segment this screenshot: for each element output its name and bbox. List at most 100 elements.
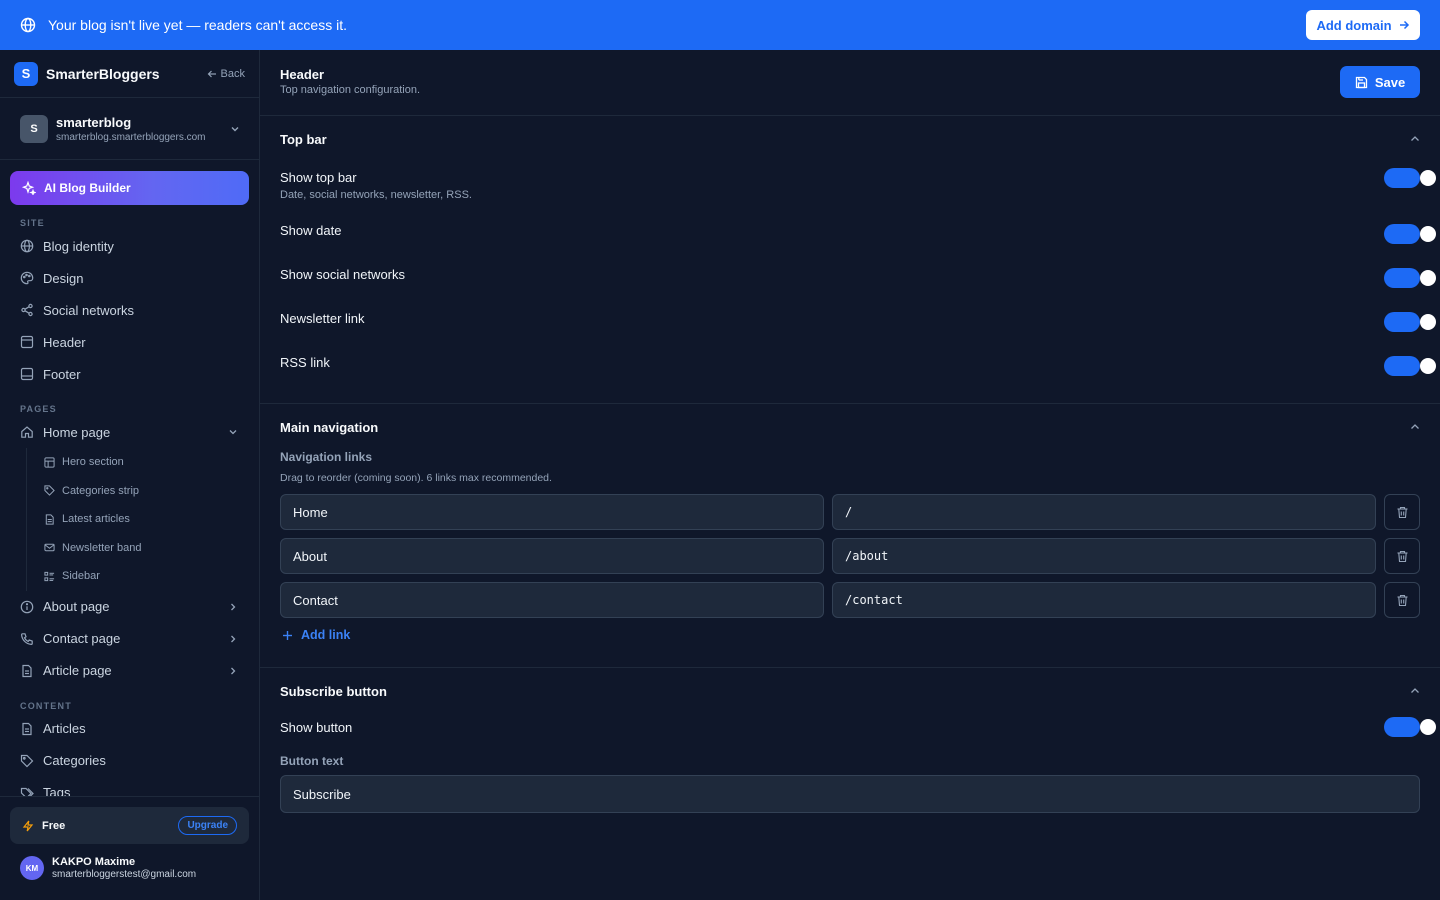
add-link-button[interactable]: Add link: [260, 626, 1440, 644]
save-icon: [1355, 76, 1367, 88]
sidebar-subitem-label: Latest articles: [62, 513, 130, 526]
home-page-subsections: Hero section Categories strip Latest art…: [26, 448, 259, 591]
sidebar-subitem-label: Categories strip: [62, 484, 140, 497]
sidebar-subitem-label: Sidebar: [62, 570, 100, 583]
page-title: Header: [280, 67, 325, 82]
tags-icon: [20, 787, 34, 796]
sidebar-item-header[interactable]: Header: [0, 326, 259, 358]
show-button-toggle[interactable]: [1384, 717, 1436, 737]
toggle-label: Newsletter link: [280, 310, 365, 326]
sidebar-subitem-latest-articles[interactable]: Latest articles: [27, 505, 259, 534]
sidebar-subitem-sidebar[interactable]: Sidebar: [27, 562, 259, 591]
delete-link-button[interactable]: [1384, 538, 1420, 574]
sidebar-item-about-page[interactable]: About page: [0, 591, 259, 623]
sidebar-item-home-page[interactable]: Home page: [0, 416, 259, 448]
blog-switcher[interactable]: S smarterblog smarterblog.smarterblogger…: [0, 98, 259, 160]
sidebar-item-label: Footer: [43, 366, 81, 382]
sidebar-item-label: Tags: [43, 785, 71, 796]
nav-link-url-input[interactable]: /about: [832, 538, 1376, 574]
upgrade-button[interactable]: Upgrade: [178, 816, 237, 835]
toggle-row-rss-link: RSS link: [260, 340, 1440, 384]
list-icon: [44, 571, 55, 581]
navigation-links-hint: Drag to reorder (coming soon). 6 links m…: [280, 472, 552, 484]
show-date-toggle[interactable]: [1384, 224, 1436, 244]
newsletter-link-toggle[interactable]: [1384, 312, 1436, 332]
toggle-label: Show button: [280, 719, 353, 735]
sidebar-item-article-page[interactable]: Article page: [0, 655, 259, 687]
chevron-up-icon: [1411, 424, 1419, 429]
chevron-right-icon: [231, 603, 236, 610]
brand-logo[interactable]: S: [14, 61, 38, 86]
sidebar-item-label: Articles: [43, 721, 86, 736]
section-title: Main navigation: [280, 419, 379, 435]
blog-url: smarterblog.smarterbloggers.com: [56, 131, 206, 143]
home-icon: [21, 426, 33, 438]
section-title: Subscribe button: [280, 683, 387, 699]
nav-link-label-input[interactable]: About: [280, 538, 824, 574]
section-header-top-bar[interactable]: Top bar: [260, 116, 1440, 162]
sparkles-icon: [22, 181, 36, 195]
add-domain-button[interactable]: Add domain: [1306, 10, 1420, 40]
show-social-networks-toggle[interactable]: [1384, 268, 1436, 288]
ai-blog-builder-button[interactable]: AI Blog Builder: [10, 171, 249, 205]
sidebar-item-blog-identity[interactable]: Blog identity: [0, 230, 259, 262]
delete-link-button[interactable]: [1384, 582, 1420, 618]
show-top-bar-toggle[interactable]: [1384, 168, 1436, 188]
sidebar-item-label: Blog identity: [43, 238, 114, 254]
file-text-icon: [22, 664, 32, 677]
delete-link-button[interactable]: [1384, 494, 1420, 530]
nav-link-row: About /about: [260, 538, 1440, 574]
section-header-subscribe-button[interactable]: Subscribe button: [260, 668, 1440, 714]
brand-row: S SmarterBloggers Back: [0, 50, 259, 98]
nav-link-url-input[interactable]: /contact: [832, 582, 1376, 618]
save-button[interactable]: Save: [1340, 66, 1420, 98]
sidebar-item-label: Design: [43, 270, 84, 286]
chevron-right-icon: [231, 635, 236, 642]
nav-link-label-input[interactable]: Contact: [280, 582, 824, 618]
nav-link-row: Contact /contact: [260, 582, 1440, 618]
section-label-site: SITE: [20, 218, 45, 228]
sidebar-item-tags[interactable]: Tags: [0, 777, 259, 796]
back-link[interactable]: Back: [207, 68, 245, 80]
sidebar-subitem-hero-section[interactable]: Hero section: [27, 448, 259, 477]
toggle-row-newsletter-link: Newsletter link: [260, 296, 1440, 340]
sidebar-item-contact-page[interactable]: Contact page: [0, 623, 259, 655]
blog-name: smarterblog: [56, 114, 132, 130]
tag-icon: [20, 754, 34, 767]
zap-icon: [22, 820, 34, 831]
sidebar-item-social-networks[interactable]: Social networks: [0, 294, 259, 326]
page-subtitle: Top navigation configuration.: [280, 84, 421, 96]
mail-icon: [44, 544, 55, 552]
sidebar-nav: SITE Blog identity Design Social network…: [0, 214, 259, 796]
main-navigation-section: Main navigation Navigation links Drag to…: [260, 404, 1440, 668]
trash-icon: [1397, 506, 1407, 518]
user-profile[interactable]: KM KAKPO Maxime smarterbloggerstest@gmai…: [20, 856, 196, 880]
sidebar-item-design[interactable]: Design: [0, 262, 259, 294]
nav-link-label-input[interactable]: Home: [280, 494, 824, 530]
globe-icon: [20, 239, 34, 253]
sidebar-item-categories[interactable]: Categories: [0, 745, 259, 777]
arrow-right-icon: [1399, 20, 1409, 30]
file-text-icon: [45, 514, 54, 525]
nav-link-url-input[interactable]: /: [832, 494, 1376, 530]
sidebar-subitem-categories-strip[interactable]: Categories strip: [27, 477, 259, 506]
section-label-pages: PAGES: [20, 404, 57, 414]
add-domain-label: Add domain: [1316, 17, 1392, 33]
arrow-left-icon: [207, 70, 216, 77]
sidebar-subitem-newsletter-band[interactable]: Newsletter band: [27, 534, 259, 563]
trash-icon: [1397, 550, 1407, 562]
sidebar-item-footer[interactable]: Footer: [0, 358, 259, 390]
sidebar-item-label: Header: [43, 334, 86, 350]
toggle-label: Show date: [280, 222, 342, 238]
button-text-input[interactable]: Subscribe: [280, 775, 1420, 813]
section-header-main-navigation[interactable]: Main navigation: [260, 404, 1440, 450]
chevron-right-icon: [231, 667, 236, 674]
toggle-row-show-top-bar: Show top bar Date, social networks, news…: [260, 162, 1440, 208]
user-name: KAKPO Maxime: [52, 856, 136, 868]
sidebar-item-articles[interactable]: Articles: [0, 713, 259, 745]
section-label-content: CONTENT: [20, 700, 72, 711]
sidebar-item-label: Home page: [43, 424, 111, 440]
ai-blog-builder-label: AI Blog Builder: [44, 181, 131, 195]
rss-link-toggle[interactable]: [1384, 356, 1436, 376]
subscribe-button-section: Subscribe button Show button Button text…: [260, 668, 1440, 813]
